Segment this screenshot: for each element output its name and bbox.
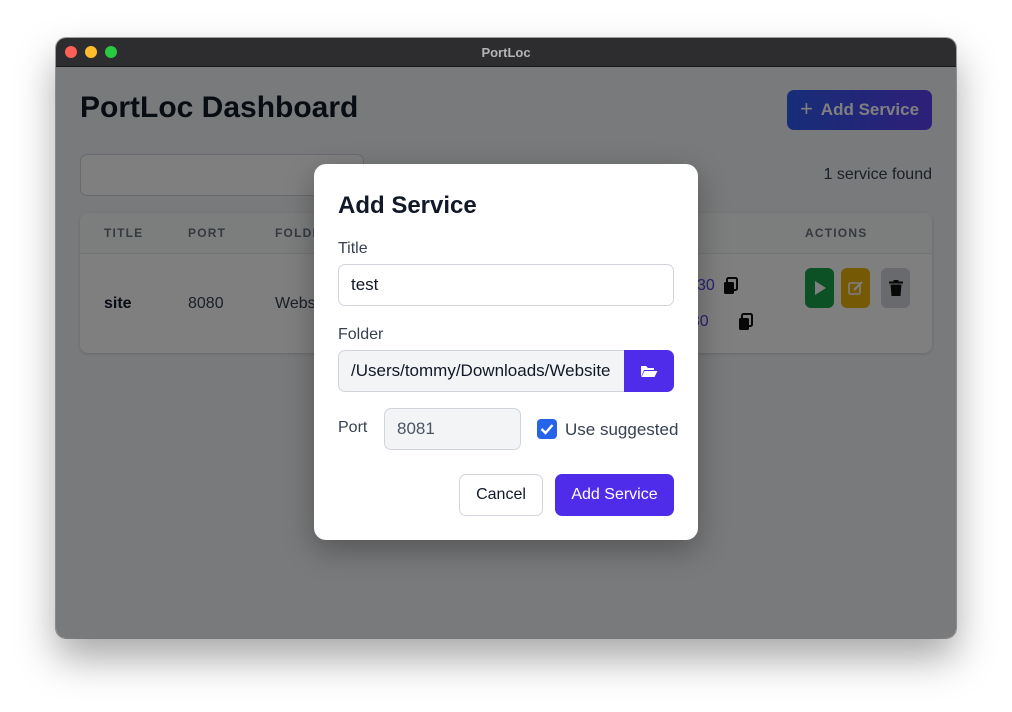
use-suggested-checkbox[interactable] [537,419,557,439]
folder-field[interactable] [338,350,625,392]
browse-folder-button[interactable] [624,350,674,392]
use-suggested-label[interactable]: Use suggested [565,420,678,440]
checkmark-icon [540,424,554,435]
title-field[interactable] [338,264,674,306]
port-label: Port [338,419,368,436]
add-service-dialog: Add Service Title Folder Port Use sugges… [314,164,698,540]
folder-open-icon [641,366,658,377]
folder-label: Folder [338,326,384,343]
dialog-title: Add Service [338,192,477,219]
window-title: PortLoc [481,45,531,60]
title-label: Title [338,240,368,257]
title-bar: PortLoc [56,38,956,67]
cancel-button[interactable]: Cancel [459,474,543,516]
port-field[interactable] [384,408,521,450]
submit-add-service-button[interactable]: Add Service [555,474,674,516]
